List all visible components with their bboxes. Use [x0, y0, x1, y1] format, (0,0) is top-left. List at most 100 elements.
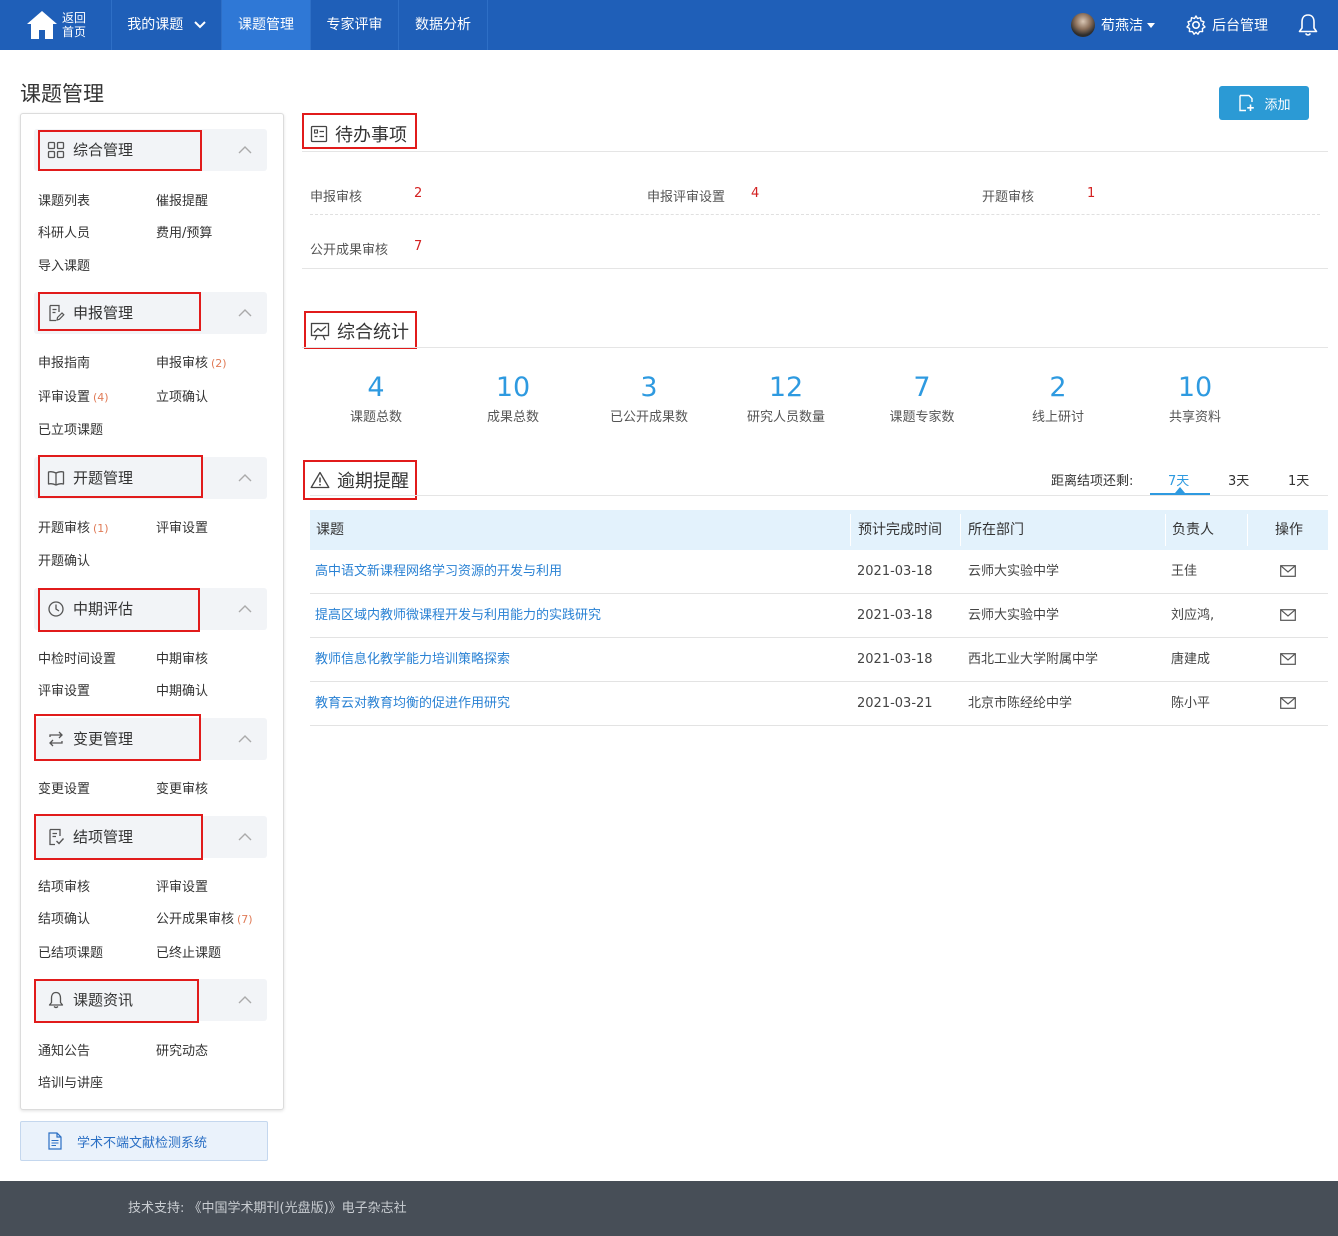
highlight-box — [304, 311, 417, 349]
avatar — [1071, 13, 1095, 37]
stat-value: 4 — [367, 372, 385, 403]
stat-label: 研究人员数量 — [746, 410, 825, 425]
topic-link[interactable]: 提高区域内教师微课程开发与利用能力的实践研究 — [315, 594, 601, 638]
sidebar-link[interactable]: 课题列表 — [38, 190, 90, 209]
sidebar-link[interactable]: 评审设置 (4) — [38, 386, 109, 405]
highlight-box — [34, 714, 201, 761]
link-label: 变更审核 — [156, 782, 209, 797]
stat-card[interactable]: 12 研究人员数量 — [718, 372, 854, 425]
nav-topic-management[interactable]: 课题管理 — [222, 0, 311, 50]
stat-card[interactable]: 2 线上研讨 — [990, 372, 1126, 425]
sidebar-link[interactable]: 变更设置 — [38, 778, 90, 797]
stat-value: 10 — [1177, 372, 1213, 403]
stat-value: 2 — [1049, 372, 1067, 403]
link-label: 结项确认 — [38, 912, 91, 927]
table-header: 课题 预计完成时间 所在部门 负责人 操作 — [310, 510, 1328, 550]
column-header: 预计完成时间 — [858, 522, 942, 538]
divider — [310, 214, 1320, 215]
sidebar-link[interactable]: 评审设置 — [156, 876, 208, 895]
link-label: 课题列表 — [38, 194, 91, 209]
sidebar-link[interactable]: 中期审核 — [156, 648, 208, 667]
highlight-box — [38, 588, 200, 632]
stat-card[interactable]: 3 已公开成果数 — [581, 372, 717, 425]
chevron-up-icon[interactable] — [237, 470, 253, 486]
todo-item[interactable]: 公开成果审核 — [310, 239, 388, 258]
sidebar-link[interactable]: 申报指南 — [38, 352, 90, 371]
link-label: 中检时间设置 — [38, 652, 117, 667]
home-button[interactable]: 返回 首页 — [0, 0, 112, 50]
home-label-2: 首页 — [61, 25, 86, 39]
sidebar-link[interactable]: 科研人员 — [38, 222, 90, 241]
nav-expert-review[interactable]: 专家评审 — [311, 0, 399, 50]
todo-item[interactable]: 开题审核 — [982, 186, 1034, 205]
nav-my-topics-label: 我的课题 — [127, 17, 184, 33]
plagiarism-check-button[interactable]: 学术不端文献检测系统 — [20, 1121, 268, 1161]
stat-card[interactable]: 10 共享资料 — [1127, 372, 1263, 425]
stat-card[interactable]: 7 课题专家数 — [854, 372, 990, 425]
sidebar-link[interactable]: 公开成果审核 (7) — [156, 908, 253, 927]
link-label: 申报指南 — [38, 356, 91, 371]
stat-label: 成果总数 — [486, 410, 539, 425]
department: 北京市陈经纶中学 — [968, 696, 1073, 711]
sidebar-link[interactable]: 立项确认 — [156, 386, 208, 405]
chevron-up-icon[interactable] — [237, 992, 253, 1008]
mail-icon[interactable] — [1280, 653, 1296, 665]
chevron-up-icon[interactable] — [237, 731, 253, 747]
sidebar-link[interactable]: 研究动态 — [156, 1040, 208, 1059]
todo-item[interactable]: 申报评审设置 — [647, 186, 725, 205]
chevron-up-icon[interactable] — [237, 305, 253, 321]
nav-topic-management-label: 课题管理 — [238, 17, 294, 33]
sidebar-link[interactable]: 结项确认 — [38, 908, 90, 927]
sidebar-link[interactable]: 变更审核 — [156, 778, 208, 797]
mail-icon[interactable] — [1280, 697, 1296, 709]
stat-label: 已公开成果数 — [609, 410, 688, 425]
home-icon — [26, 11, 57, 39]
plagiarism-check-label: 学术不端文献检测系统 — [77, 1135, 208, 1151]
todo-item[interactable]: 申报审核 — [310, 186, 362, 205]
home-label-1: 返回 — [61, 11, 86, 25]
highlight-box — [302, 113, 417, 149]
sidebar-link[interactable]: 结项审核 — [38, 876, 90, 895]
sidebar-link[interactable]: 开题审核 (1) — [38, 517, 109, 536]
sidebar-link[interactable]: 已立项课题 — [38, 419, 103, 438]
tab-3-days[interactable]: 3天 — [1228, 470, 1249, 489]
sidebar-link[interactable]: 已终止课题 — [156, 942, 221, 961]
user-menu[interactable]: 荀燕洁 — [1071, 0, 1155, 50]
sidebar-link[interactable]: 评审设置 — [38, 680, 90, 699]
topic-link[interactable]: 高中语文新课程网络学习资源的开发与利用 — [315, 550, 562, 594]
sidebar-link[interactable]: 费用/预算 — [156, 222, 212, 241]
sidebar-link[interactable]: 中期确认 — [156, 680, 208, 699]
sidebar-link[interactable]: 通知公告 — [38, 1040, 90, 1059]
chevron-up-icon[interactable] — [237, 142, 253, 158]
tab-1-day[interactable]: 1天 — [1288, 470, 1309, 489]
notification-button[interactable] — [1297, 0, 1319, 50]
divider — [302, 268, 1328, 269]
chevron-up-icon[interactable] — [237, 601, 253, 617]
link-label: 已结项课题 — [38, 946, 104, 961]
nav-data-analysis-label: 数据分析 — [415, 17, 471, 33]
stat-card[interactable]: 10 成果总数 — [445, 372, 581, 425]
sidebar-link[interactable]: 已结项课题 — [38, 942, 103, 961]
mail-icon[interactable] — [1280, 565, 1296, 577]
sidebar-link[interactable]: 评审设置 — [156, 517, 208, 536]
topic-link[interactable]: 教育云对教育均衡的促进作用研究 — [315, 682, 510, 726]
sidebar-link[interactable]: 开题确认 — [38, 550, 90, 569]
topic-link[interactable]: 教师信息化教学能力培训策略探索 — [315, 638, 510, 682]
stat-value: 3 — [640, 372, 658, 403]
sidebar-link[interactable]: 导入课题 — [38, 255, 90, 274]
sidebar-link[interactable]: 催报提醒 — [156, 190, 208, 209]
sidebar-link[interactable]: 申报审核 (2) — [156, 352, 227, 371]
highlight-box — [34, 979, 199, 1023]
mail-icon[interactable] — [1280, 609, 1296, 621]
sidebar-link[interactable]: 中检时间设置 — [38, 648, 116, 667]
link-label: 已终止课题 — [156, 946, 222, 961]
column-header: 操作 — [1275, 522, 1303, 538]
sidebar-link[interactable]: 培训与讲座 — [38, 1072, 103, 1091]
stat-card[interactable]: 4 课题总数 — [308, 372, 444, 425]
add-button[interactable]: 添加 — [1219, 86, 1309, 120]
admin-link[interactable]: 后台管理 — [1185, 0, 1268, 50]
column-separator — [850, 514, 851, 546]
nav-my-topics[interactable]: 我的课题 — [112, 0, 222, 50]
chevron-up-icon[interactable] — [237, 829, 253, 845]
nav-data-analysis[interactable]: 数据分析 — [399, 0, 488, 50]
